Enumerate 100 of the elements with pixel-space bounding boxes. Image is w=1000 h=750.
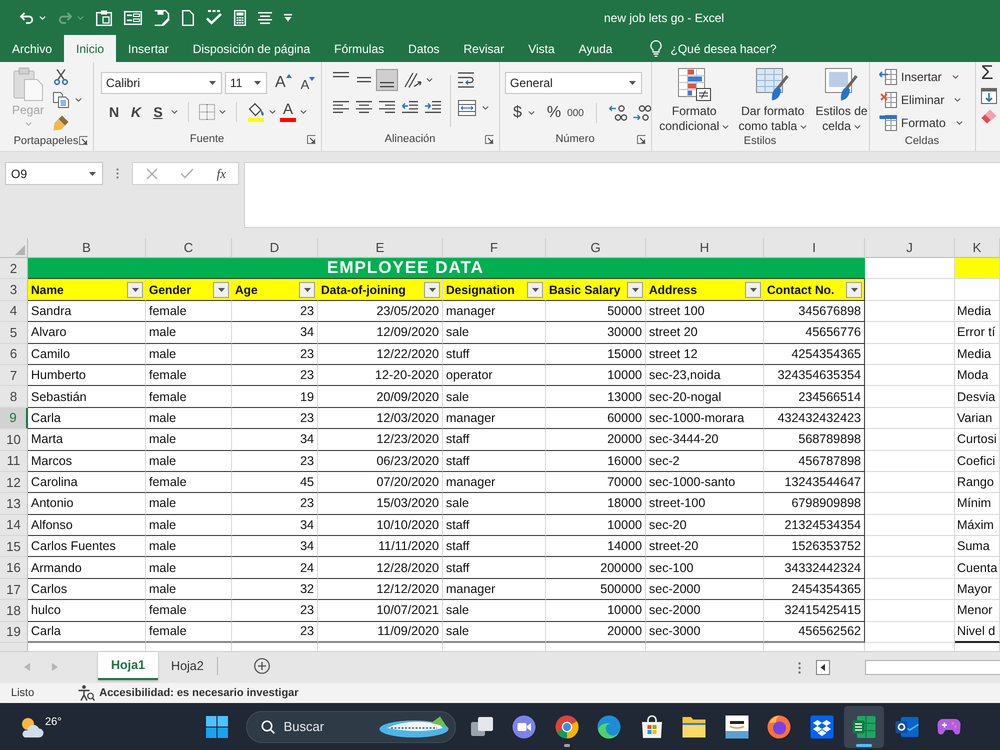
name-box[interactable]: O9: [5, 162, 103, 185]
calculator-icon[interactable]: [234, 10, 246, 26]
wave-browser-icon[interactable]: [597, 714, 622, 738]
underline-button[interactable]: S: [149, 102, 167, 122]
ribbon-tab[interactable]: Revisar: [452, 35, 516, 62]
page-icon[interactable]: [182, 10, 194, 26]
format-button[interactable]: Formato: [879, 112, 975, 134]
row-number[interactable]: 14: [0, 514, 28, 536]
gamepad-icon[interactable]: [937, 718, 962, 736]
row-number[interactable]: 10: [0, 429, 28, 451]
row-number[interactable]: 8: [0, 386, 28, 408]
caret-icon[interactable]: [426, 78, 433, 82]
delete-button[interactable]: Eliminar: [879, 89, 975, 111]
caret-icon[interactable]: [75, 98, 82, 102]
column-letter[interactable]: I: [764, 238, 865, 258]
undo-icon[interactable]: [20, 12, 34, 24]
align-left-icon[interactable]: [333, 101, 349, 113]
brush-icon[interactable]: [53, 115, 70, 131]
ribbon-tab[interactable]: Datos: [396, 35, 452, 62]
shrink-font-button[interactable]: A: [296, 73, 316, 93]
row-number[interactable]: 9: [0, 408, 28, 430]
copy-icon[interactable]: [53, 92, 70, 108]
column-letter[interactable]: D: [232, 238, 318, 258]
fox-browser-icon[interactable]: [767, 714, 792, 738]
ribbon-tab[interactable]: Ayuda: [566, 35, 624, 62]
ribbon-tab[interactable]: Archivo: [0, 35, 64, 62]
spreadsheet-icon[interactable]: [852, 714, 876, 738]
number-format-field[interactable]: General: [505, 72, 642, 94]
thousands-button[interactable]: 000: [567, 103, 584, 123]
ribbon-tab[interactable]: Fórmulas: [322, 35, 396, 62]
dialog-launcher-icon[interactable]: [485, 134, 494, 144]
row-number[interactable]: 5: [0, 322, 28, 344]
align-middle-icon[interactable]: [356, 77, 372, 83]
align-bottom-icon[interactable]: [376, 69, 398, 91]
clipboard-icon[interactable]: [96, 10, 112, 26]
wrap-text-icon[interactable]: [458, 72, 474, 88]
dropdown-arrow-icon[interactable]: [284, 14, 292, 22]
column-letter[interactable]: F: [443, 238, 546, 258]
horizontal-scrollbar[interactable]: [865, 660, 1000, 675]
filter-button[interactable]: [627, 282, 643, 298]
insert-function-button[interactable]: fx: [216, 166, 226, 182]
row-number[interactable]: 4: [0, 300, 28, 322]
ribbon-tab[interactable]: Insertar: [116, 35, 181, 62]
caret-icon[interactable]: [269, 110, 276, 114]
decrease-indent-icon[interactable]: [402, 101, 418, 113]
increase-decimal-icon[interactable]: [608, 105, 627, 121]
grow-font-button[interactable]: A: [270, 73, 293, 93]
formula-input[interactable]: [244, 162, 1000, 228]
sheet-tab[interactable]: Hoja2: [158, 652, 217, 680]
caret-icon[interactable]: [171, 110, 178, 114]
filter-button[interactable]: [213, 282, 229, 298]
eraser-icon[interactable]: [981, 109, 997, 124]
merge-cells-icon[interactable]: [458, 100, 476, 116]
format-as-table-button[interactable]: Dar formato como tabla: [734, 68, 812, 134]
insert-button[interactable]: Insertar: [879, 66, 975, 88]
four-panes-icon[interactable]: [206, 716, 228, 738]
sheet-tab[interactable]: Hoja1: [98, 652, 158, 680]
caret-icon[interactable]: [89, 172, 96, 176]
caret-icon[interactable]: [254, 81, 261, 85]
column-letter[interactable]: B: [28, 238, 146, 258]
percent-button[interactable]: %: [546, 103, 562, 123]
increase-indent-icon[interactable]: [425, 101, 441, 113]
font-color-button[interactable]: A: [280, 102, 296, 122]
round-browser-icon[interactable]: [554, 714, 579, 738]
autosum-button[interactable]: Σ: [981, 63, 997, 83]
row-number[interactable]: 19: [0, 622, 28, 644]
filter-button[interactable]: [527, 282, 543, 298]
row-number[interactable]: 17: [0, 578, 28, 600]
italic-button[interactable]: K: [127, 102, 145, 122]
ribbon-tab[interactable]: Vista: [516, 35, 567, 62]
row-number[interactable]: 7: [0, 364, 28, 386]
column-letter[interactable]: K: [955, 238, 1000, 258]
scroll-left-icon[interactable]: [816, 660, 830, 675]
accessibility-icon[interactable]: [78, 685, 96, 701]
align-right-icon[interactable]: [379, 101, 395, 113]
scissors-icon[interactable]: [53, 69, 70, 85]
search-bar[interactable]: Buscar: [246, 710, 456, 742]
column-letter[interactable]: J: [865, 238, 955, 258]
caret-icon[interactable]: [629, 81, 636, 85]
filter-button[interactable]: [127, 282, 143, 298]
caret-icon[interactable]: [528, 111, 535, 115]
borders-icon[interactable]: [199, 104, 215, 120]
check-icon[interactable]: [180, 168, 194, 179]
video-call-icon[interactable]: [512, 714, 536, 738]
filter-button[interactable]: [745, 282, 761, 298]
open-box-icon[interactable]: [810, 714, 834, 738]
orientation-icon[interactable]: [404, 72, 422, 88]
row-number[interactable]: 16: [0, 557, 28, 579]
spelling-check-icon[interactable]: [206, 10, 222, 25]
currency-button[interactable]: $: [513, 103, 522, 123]
ribbon-tab[interactable]: Inicio: [64, 35, 116, 62]
column-letter[interactable]: H: [646, 238, 764, 258]
font-name-field[interactable]: Calibri: [101, 72, 222, 94]
row-number[interactable]: 13: [0, 493, 28, 515]
caret-icon[interactable]: [482, 106, 489, 110]
fill-down-icon[interactable]: [981, 88, 997, 104]
caret-icon[interactable]: [300, 110, 307, 114]
dialog-launcher-icon[interactable]: [79, 136, 88, 145]
caret-icon[interactable]: [209, 81, 216, 85]
row-number[interactable]: 15: [0, 536, 28, 558]
